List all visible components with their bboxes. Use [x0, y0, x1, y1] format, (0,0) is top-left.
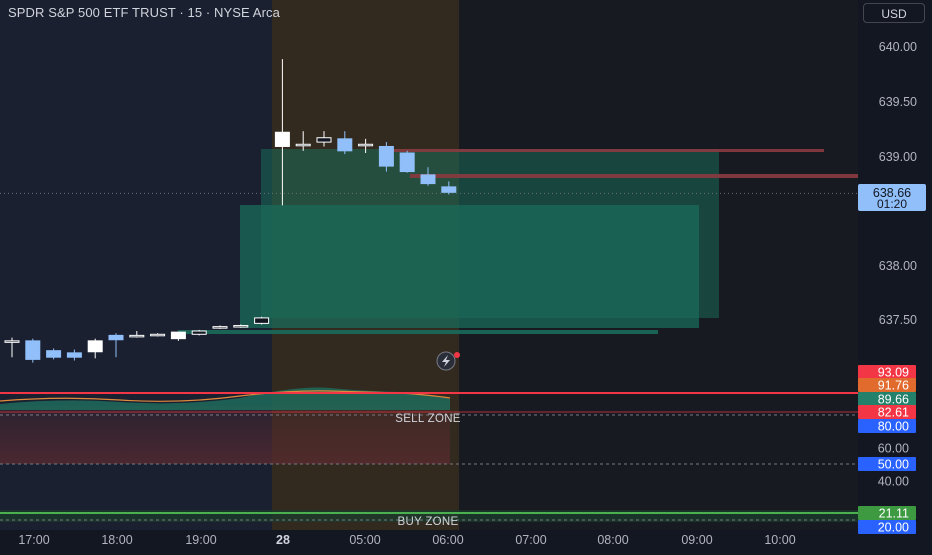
- candle[interactable]: [25, 338, 41, 363]
- candle-body: [233, 325, 249, 328]
- symbol-title[interactable]: SPDR S&P 500 ETF TRUST · 15 · NYSE Arca: [8, 5, 280, 20]
- candle-body: [399, 152, 415, 173]
- time-tick-label: 28: [276, 533, 290, 547]
- price-tick-label: 637.50: [879, 313, 917, 327]
- price-tick-label: 640.00: [879, 40, 917, 54]
- candle-body: [441, 186, 457, 193]
- demand-box: [240, 205, 699, 328]
- oscillator-value-tag[interactable]: 21.11: [858, 506, 916, 521]
- candle-body: [129, 334, 145, 338]
- candle-body: [378, 145, 394, 167]
- resistance-line-lower: [410, 174, 858, 178]
- time-tick-label: 17:00: [18, 533, 49, 547]
- time-tick-label: 08:00: [597, 533, 628, 547]
- time-tick-label: 07:00: [515, 533, 546, 547]
- buy-zone-label: BUY ZONE: [398, 516, 459, 528]
- currency-button[interactable]: USD: [863, 3, 925, 23]
- resistance-line-upper: [390, 149, 824, 152]
- oscillator-value-tag[interactable]: 91.76: [858, 378, 916, 393]
- oscillator-value-tag[interactable]: 50.00: [858, 457, 916, 472]
- oscillator-tag-label: 91.76: [878, 379, 909, 393]
- candle-body: [87, 340, 103, 353]
- candle[interactable]: [254, 316, 270, 325]
- candle[interactable]: [399, 150, 415, 173]
- candle-body: [4, 340, 20, 343]
- time-tick-label: 10:00: [764, 533, 795, 547]
- oscillator-value-tag[interactable]: 20.00: [858, 520, 916, 535]
- candle-body: [25, 340, 41, 360]
- candle-body: [358, 143, 374, 147]
- bar-countdown: 01:20: [877, 197, 907, 211]
- time-tick-label: 19:00: [185, 533, 216, 547]
- oscillator-tag-label: 60.00: [878, 442, 909, 456]
- candle[interactable]: [191, 329, 207, 336]
- oscillator-tag-label: 82.61: [878, 406, 909, 420]
- oscillator-tag-label: 50.00: [878, 458, 909, 472]
- price-tick-label: 639.00: [879, 150, 917, 164]
- oscillator-tag-label: 21.11: [879, 507, 909, 521]
- candle-body: [337, 138, 353, 152]
- candle-body: [46, 350, 62, 358]
- candle-body: [212, 326, 228, 329]
- candle-body: [108, 334, 124, 341]
- candle-body: [254, 317, 270, 324]
- price-tick-label: 639.50: [879, 95, 917, 109]
- candle-body: [191, 330, 207, 335]
- time-tick-label: 06:00: [432, 533, 463, 547]
- candle-body: [420, 174, 436, 185]
- candle-body: [66, 352, 82, 358]
- time-tick-label: 18:00: [101, 533, 132, 547]
- oscillator-value-tag[interactable]: 82.61: [858, 405, 916, 420]
- oscillator-value-tag[interactable]: 80.00: [858, 419, 916, 434]
- oscillator-tag-label: 20.00: [878, 521, 909, 535]
- chart-canvas[interactable]: SELL ZONE BUY ZONE 640.00 639.50 639.00 638.…: [0, 0, 932, 550]
- oscillator-tag-label: 40.00: [878, 475, 909, 489]
- candle-body: [274, 131, 290, 147]
- candle-body: [150, 333, 166, 337]
- current-price-tag[interactable]: 638.6601:20: [858, 184, 926, 211]
- candle-body: [295, 143, 311, 147]
- candle-body: [316, 137, 332, 143]
- candle-body: [170, 331, 186, 340]
- oscillator-tag-label: 80.00: [878, 420, 909, 434]
- oscillator-value-tag[interactable]: 93.09: [858, 365, 916, 380]
- oscillator-tag-label: 89.66: [878, 393, 909, 407]
- price-tick-label: 638.00: [879, 259, 917, 273]
- time-tick-label: 05:00: [349, 533, 380, 547]
- oscillator-value-tag[interactable]: 89.66: [858, 392, 916, 407]
- oscillator-value-tag[interactable]: 60.00: [878, 442, 909, 456]
- oscillator-tag-label: 93.09: [878, 366, 909, 380]
- oscillator-value-tag[interactable]: 40.00: [878, 475, 909, 489]
- chart-root[interactable]: SELL ZONE BUY ZONE 640.00 639.50 639.00 638.…: [0, 0, 932, 550]
- sell-zone-label: SELL ZONE: [395, 413, 461, 425]
- demand-box-base: [178, 330, 658, 334]
- time-tick-label: 09:00: [681, 533, 712, 547]
